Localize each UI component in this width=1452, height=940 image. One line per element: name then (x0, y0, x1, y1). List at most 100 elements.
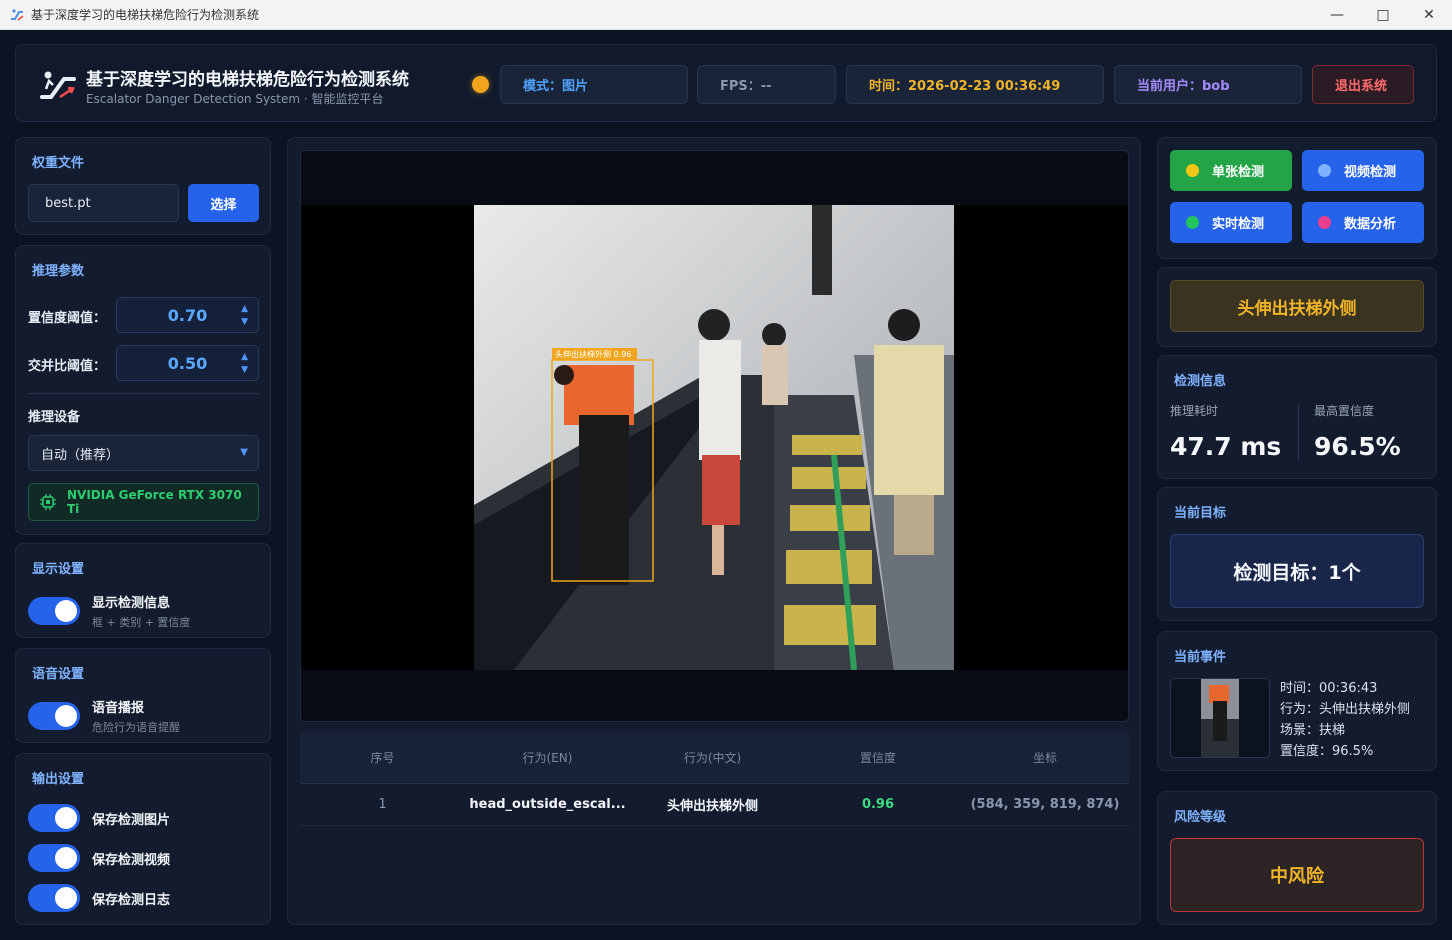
save-log-toggle[interactable] (28, 884, 80, 912)
video-area: 头伸出扶梯外侧 0.96 (301, 205, 1128, 670)
display-settings-panel: 显示设置 显示检测信息 框 + 类别 + 置信度 (15, 543, 271, 638)
dot-icon (1186, 216, 1199, 229)
col-header-coords: 坐标 (1032, 751, 1057, 765)
col-header-behavior-en: 行为(EN) (522, 751, 573, 765)
display-info-toggle-row: 显示检测信息 框 + 类别 + 置信度 (28, 592, 190, 630)
dot-icon (1318, 216, 1331, 229)
divider (28, 393, 259, 394)
button-label: 单张检测 (1212, 165, 1265, 180)
inference-title: 推理参数 (32, 264, 85, 279)
voice-toggle-row: 语音播报 危险行为语音提醒 (28, 697, 180, 735)
cpu-chip-icon (40, 494, 56, 510)
save-image-toggle-row: 保存检测图片 (28, 804, 170, 832)
data-analysis-button[interactable]: 数据分析 (1302, 202, 1424, 243)
weights-file-input[interactable]: best.pt (28, 184, 179, 222)
cell-behavior-en: head_outside_escal... (469, 797, 626, 812)
alert-panel: 头伸出扶梯外侧 (1157, 267, 1437, 347)
cell-confidence: 0.96 (861, 797, 895, 812)
dot-icon (1186, 164, 1199, 177)
maximize-icon[interactable]: □ (1360, 0, 1406, 30)
conf-threshold-spinbox[interactable]: 0.70 ▲ ▼ (116, 297, 259, 333)
close-icon[interactable]: ✕ (1406, 0, 1452, 30)
risk-level-panel: 风险等级 中风险 (1157, 791, 1437, 925)
detection-info-panel: 检测信息 推理耗时 47.7 ms 最高置信度 96.5% (1157, 355, 1437, 479)
event-details: 时间：00:36:43 行为：头伸出扶梯外侧 场景：扶梯 置信度：96.5% (1280, 678, 1410, 762)
device-title: 推理设备 (28, 410, 81, 425)
fps-chip: FPS：-- (697, 65, 836, 104)
toggle-desc: 框 + 类别 + 置信度 (92, 616, 191, 629)
device-select[interactable]: 自动（推荐） ▼ (28, 435, 259, 471)
event-time: 时间：00:36:43 (1280, 681, 1378, 696)
select-weights-button[interactable]: 选择 (188, 184, 259, 222)
iou-threshold-spinbox[interactable]: 0.50 ▲ ▼ (116, 345, 259, 381)
event-thumbnail-image (1171, 679, 1269, 757)
app-icon (11, 8, 24, 21)
status-indicator (472, 76, 489, 93)
live-detect-button[interactable]: 实时检测 (1170, 202, 1292, 243)
detection-frame-image: 头伸出扶梯外侧 0.96 (474, 205, 954, 670)
video-detect-button[interactable]: 视频检测 (1302, 150, 1424, 191)
window-title: 基于深度学习的电梯扶梯危险行为检测系统 (31, 8, 260, 22)
cell-coords: (584, 359, 819, 874) (970, 797, 1120, 812)
conf-threshold-value: 0.70 (167, 305, 208, 325)
iou-threshold-value: 0.50 (167, 353, 208, 373)
risk-level-badge: 中风险 (1170, 838, 1424, 912)
save-image-toggle[interactable] (28, 804, 80, 832)
toggle-label: 显示检测信息 (92, 596, 171, 611)
table-row[interactable]: 1 head_outside_escal... 头伸出扶梯外侧 0.96 (58… (300, 784, 1129, 826)
button-label: 实时检测 (1212, 217, 1265, 232)
divider (1298, 404, 1299, 462)
minimize-icon[interactable]: — (1314, 0, 1360, 30)
toggle-label: 语音播报 (92, 701, 145, 716)
voice-settings-panel: 语音设置 语音播报 危险行为语音提醒 (15, 648, 271, 743)
spin-arrows-icon[interactable]: ▲ ▼ (241, 351, 248, 377)
single-detect-button[interactable]: 单张检测 (1170, 150, 1292, 191)
toggle-label: 保存检测日志 (92, 892, 171, 908)
dot-icon (1318, 164, 1331, 177)
mode-chip: 模式：图片 (500, 65, 688, 104)
target-count: 检测目标：1个 (1170, 534, 1424, 608)
exit-button[interactable]: 退出系统 (1312, 65, 1414, 104)
weights-panel: 权重文件 best.pt 选择 (15, 137, 271, 235)
save-log-toggle-row: 保存检测日志 (28, 884, 170, 912)
display-settings-title: 显示设置 (32, 562, 85, 577)
inference-panel: 推理参数 置信度阈值： 0.70 ▲ ▼ 交并比阈值： 0.50 ▲ ▼ 推理设备 … (15, 245, 271, 535)
output-settings-panel: 输出设置 保存检测图片 保存检测视频 保存检测日志 (15, 753, 271, 925)
current-target-panel: 当前目标 检测目标：1个 (1157, 487, 1437, 621)
weights-title: 权重文件 (32, 156, 85, 171)
display-info-toggle[interactable] (28, 597, 80, 625)
voice-toggle[interactable] (28, 702, 80, 730)
user-chip: 当前用户：bob (1114, 65, 1302, 104)
max-conf-label: 最高置信度 (1314, 404, 1375, 418)
col-header-confidence: 置信度 (859, 751, 896, 765)
voice-settings-title: 语音设置 (32, 667, 85, 682)
risk-level-title: 风险等级 (1174, 810, 1227, 825)
cell-index: 1 (378, 797, 387, 812)
mode-panel: 单张检测 视频检测 实时检测 数据分析 (1157, 137, 1437, 259)
header-bar: 基于深度学习的电梯扶梯危险行为检测系统 Escalator Danger Det… (15, 44, 1437, 122)
save-video-toggle[interactable] (28, 844, 80, 872)
iou-threshold-label: 交并比阈值： (28, 359, 107, 374)
toggle-desc: 危险行为语音提醒 (92, 721, 180, 734)
event-confidence: 置信度：96.5% (1280, 744, 1374, 759)
gpu-name: NVIDIA GeForce RTX 3070 Ti (67, 488, 242, 516)
time-chip: 时间：2026-02-23 00:36:49 (846, 65, 1104, 104)
button-label: 视频检测 (1344, 165, 1397, 180)
current-event-panel: 当前事件 时间：00:36:43 行为：头伸出扶梯外侧 场景：扶梯 置信度：96… (1157, 631, 1437, 771)
alert-banner: 头伸出扶梯外侧 (1170, 280, 1424, 332)
col-header-index: 序号 (370, 751, 395, 765)
gpu-badge: NVIDIA GeForce RTX 3070 Ti (28, 483, 259, 521)
cell-behavior-cn: 头伸出扶梯外侧 (666, 799, 758, 814)
spin-arrows-icon[interactable]: ▲ ▼ (241, 303, 248, 329)
window-titlebar: 基于深度学习的电梯扶梯危险行为检测系统 — □ ✕ (0, 0, 1452, 30)
inference-time-value: 47.7 ms (1170, 432, 1282, 461)
escalator-logo-icon (40, 71, 76, 99)
button-label: 数据分析 (1344, 217, 1397, 232)
event-thumbnail[interactable] (1170, 678, 1270, 758)
device-select-value: 自动（推荐） (41, 447, 120, 463)
output-settings-title: 输出设置 (32, 772, 85, 787)
chevron-down-icon: ▼ (240, 447, 248, 458)
event-behavior: 行为：头伸出扶梯外侧 (1280, 702, 1411, 717)
app-title: 基于深度学习的电梯扶梯危险行为检测系统 (86, 70, 409, 90)
box-label: 头伸出扶梯外侧 0.96 (555, 349, 631, 359)
